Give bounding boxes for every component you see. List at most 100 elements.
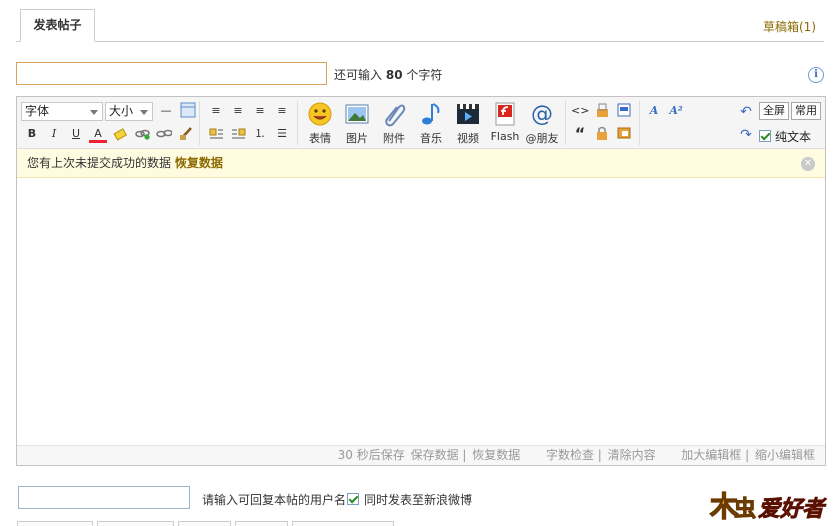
emoticon-label: 表情 [309, 132, 331, 145]
word-check-link[interactable]: 字数检查 [546, 448, 594, 462]
save-data-link[interactable]: 保存数据 [411, 448, 459, 462]
window-icon[interactable] [615, 125, 633, 143]
common-button[interactable]: 常用 [791, 102, 821, 120]
table-icon[interactable] [179, 102, 197, 120]
toolbar-separator [297, 101, 298, 145]
undo-icon[interactable]: ↶ [737, 103, 755, 121]
ordered-list-icon[interactable]: ⒈ [251, 125, 269, 143]
size-select-label: 大小 [109, 104, 134, 118]
editor: 字体 大小 — B I U A ≡ ≡ ≡ ≡ ⒈ ☰ 表情 图片 附件 音乐 … [16, 96, 826, 466]
video-button[interactable]: 视频 [451, 101, 485, 146]
unlink-icon[interactable] [155, 125, 173, 143]
svg-text:@: @ [531, 102, 553, 127]
svg-text:虫: 虫 [734, 496, 756, 522]
highlight-icon[interactable] [111, 125, 129, 143]
float-left-icon[interactable] [207, 125, 225, 143]
flash-icon [495, 102, 515, 126]
align-justify-icon[interactable]: ≡ [251, 102, 269, 120]
size-select[interactable]: 大小 [105, 102, 153, 121]
chevron-down-icon [90, 110, 98, 115]
picture-icon [345, 104, 369, 124]
image-button[interactable]: 图片 [340, 101, 374, 146]
info-icon[interactable]: i [808, 67, 824, 83]
bottom-button[interactable] [17, 521, 93, 526]
italic-icon[interactable]: I [45, 125, 63, 143]
clear-format-icon[interactable] [177, 125, 195, 143]
redo-icon[interactable]: ↷ [737, 126, 755, 144]
font-select-label: 字体 [25, 104, 50, 118]
bottom-button[interactable] [178, 521, 231, 526]
site-logo: 木 虫 爱好者 [708, 486, 830, 523]
font-select[interactable]: 字体 [21, 102, 103, 121]
draft-box-link[interactable]: 草稿箱(1) [763, 18, 816, 35]
editor-status-bar: 30 秒后保存 保存数据 | 恢复数据 字数检查 | 清除内容 加大编辑框 | … [17, 445, 825, 465]
hide-content-icon[interactable] [593, 102, 611, 120]
align-center-icon[interactable]: ≡ [229, 102, 247, 120]
remaining-chars: 还可输入 80 个字符 [334, 66, 442, 83]
emoticon-button[interactable]: 表情 [303, 101, 337, 146]
smiley-icon [308, 102, 332, 126]
tab-post[interactable]: 发表帖子 [20, 9, 95, 42]
enlarge-editor-link[interactable]: 加大编辑框 [681, 448, 741, 462]
music-note-icon [422, 103, 440, 125]
attachment-button[interactable]: 附件 [377, 101, 411, 146]
weibo-checkbox[interactable] [347, 493, 359, 505]
underline-icon[interactable]: U [67, 125, 85, 143]
horizontal-rule-icon[interactable]: — [157, 102, 175, 120]
mention-button[interactable]: @ @朋友 [525, 101, 559, 146]
editor-toolbar: 字体 大小 — B I U A ≡ ≡ ≡ ≡ ⒈ ☰ 表情 图片 附件 音乐 … [17, 97, 825, 149]
remain-count: 80 [385, 68, 403, 82]
close-icon[interactable]: ✕ [801, 157, 815, 171]
lock-icon[interactable] [593, 125, 611, 143]
clear-content-link[interactable]: 清除内容 [608, 448, 656, 462]
quote-icon[interactable]: “ [571, 125, 589, 143]
code-icon[interactable]: <> [571, 102, 589, 120]
toolbar-separator [199, 101, 200, 145]
remain-prefix: 还可输入 [334, 68, 383, 82]
font-color-icon[interactable]: A [89, 125, 107, 143]
video-label: 视频 [457, 132, 479, 145]
svg-text:爱好者: 爱好者 [758, 497, 827, 522]
music-button[interactable]: 音乐 [414, 101, 448, 146]
remain-suffix: 个字符 [406, 68, 443, 82]
bottom-button[interactable] [235, 521, 288, 526]
mention-label: @朋友 [525, 132, 559, 145]
restore-data-link[interactable]: 恢复数据 [175, 156, 223, 170]
bottom-button[interactable] [97, 521, 174, 526]
notice-text: 您有上次未提交成功的数据 [27, 156, 172, 170]
paperclip-icon [385, 104, 406, 127]
font-style-icon[interactable]: A [645, 102, 663, 120]
flash-label: Flash [490, 130, 520, 143]
restore-notice: 您有上次未提交成功的数据 恢复数据 ✕ [17, 149, 825, 178]
restore-data-link[interactable]: 恢复数据 [472, 448, 520, 462]
link-icon[interactable] [133, 125, 151, 143]
reply-user-input[interactable] [18, 486, 190, 509]
image-label: 图片 [346, 132, 368, 145]
title-input[interactable] [16, 62, 327, 85]
tab-bar-line [16, 41, 824, 42]
bottom-button[interactable] [292, 521, 394, 526]
editor-body[interactable] [17, 179, 825, 444]
superscript-icon[interactable]: A² [667, 102, 685, 120]
flash-button[interactable]: Flash [488, 101, 522, 143]
plain-text-checkbox[interactable] [759, 130, 771, 142]
float-right-icon[interactable] [229, 125, 247, 143]
shrink-editor-link[interactable]: 缩小编辑框 [755, 448, 815, 462]
autosave-timer: 30 秒后保存 [337, 448, 405, 462]
at-sign-icon: @ [531, 102, 553, 127]
plain-text-label: 纯文本 [775, 130, 812, 144]
attachment-label: 附件 [383, 132, 405, 145]
video-clapper-icon [457, 104, 479, 124]
chevron-down-icon [140, 110, 148, 115]
page-icon[interactable] [615, 102, 633, 120]
music-label: 音乐 [420, 132, 442, 145]
reply-user-hint: 请输入可回复本帖的用户名 [202, 493, 347, 507]
toolbar-separator [639, 101, 640, 145]
toolbar-separator [565, 101, 566, 145]
fullscreen-button[interactable]: 全屏 [759, 102, 789, 120]
align-right-icon[interactable]: ≡ [273, 102, 291, 120]
align-left-icon[interactable]: ≡ [207, 102, 225, 120]
bold-icon[interactable]: B [23, 125, 41, 143]
unordered-list-icon[interactable]: ☰ [273, 125, 291, 143]
weibo-label: 同时发表至新浪微博 [364, 493, 473, 507]
